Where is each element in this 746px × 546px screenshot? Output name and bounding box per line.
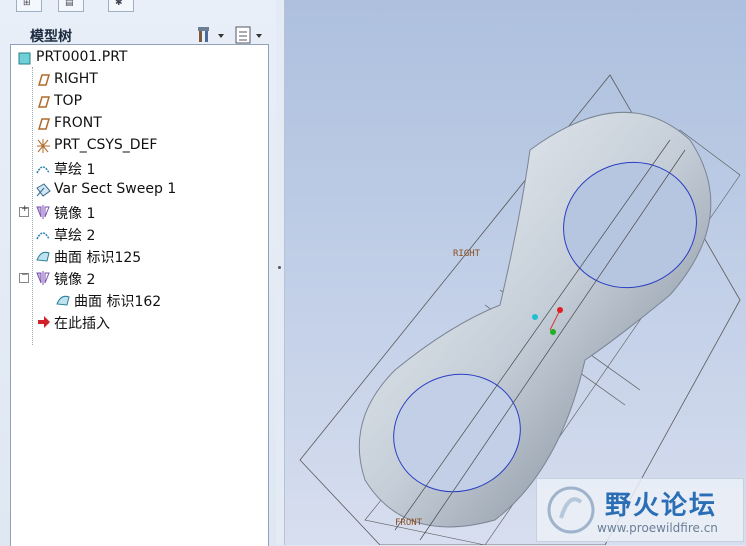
settings-dropdown-button[interactable] bbox=[196, 24, 228, 46]
grip-dot bbox=[278, 266, 281, 269]
part-icon bbox=[18, 52, 31, 65]
datum-plane-icon bbox=[37, 74, 51, 86]
plus-icon: + bbox=[21, 204, 29, 214]
model-tree-panel: ⊞ ▤ ✱ 模型树 PRT0001.PRT RIGHT TOP FRONT PR… bbox=[0, 0, 277, 546]
datum-plane-icon bbox=[37, 118, 51, 130]
panel-resize-handle[interactable] bbox=[276, 0, 285, 545]
folder-tab-icon: ▤ bbox=[65, 0, 74, 8]
surface-icon bbox=[36, 251, 50, 262]
datum-label-front: FRONT bbox=[395, 518, 423, 528]
watermark-title: 野火论坛 bbox=[605, 491, 718, 521]
list-icon bbox=[235, 26, 262, 44]
datum-plane-icon bbox=[37, 96, 51, 108]
mirror-icon bbox=[36, 205, 50, 219]
flame-logo-icon bbox=[547, 486, 595, 534]
panel-header: 模型树 bbox=[0, 10, 276, 46]
panel-title: 模型树 bbox=[30, 29, 72, 45]
panel-tabs: ⊞ ▤ ✱ bbox=[0, 0, 276, 12]
mirror-icon bbox=[36, 271, 50, 285]
tree-connector bbox=[32, 67, 33, 345]
model-graphic: RIGHT FRONT bbox=[299, 74, 741, 545]
coordinate-system-icon bbox=[37, 139, 50, 153]
model-tree: PRT0001.PRT RIGHT TOP FRONT PRT_CSYS_DEF… bbox=[10, 44, 269, 546]
insert-here-arrow-icon bbox=[38, 316, 50, 328]
sketch-icon bbox=[36, 232, 50, 240]
tools-icon bbox=[198, 27, 224, 42]
datum-label-right: RIGHT bbox=[453, 249, 481, 259]
minus-icon: − bbox=[21, 270, 29, 280]
collapse-mirror-2-toggle[interactable]: − bbox=[19, 270, 29, 283]
tree-tab-icon: ⊞ bbox=[23, 0, 31, 8]
show-dropdown-button[interactable] bbox=[234, 24, 266, 46]
watermark-url: www.proewildfire.cn bbox=[597, 521, 718, 535]
star-tab-icon: ✱ bbox=[115, 0, 123, 8]
surface-icon bbox=[56, 295, 70, 306]
forum-watermark: 野火论坛 www.proewildfire.cn bbox=[536, 478, 744, 542]
graphics-viewport[interactable]: RIGHT FRONT bbox=[285, 0, 746, 545]
expand-mirror-1-toggle[interactable]: + bbox=[19, 204, 29, 217]
sketch-icon bbox=[36, 166, 50, 174]
sweep-icon bbox=[36, 183, 51, 197]
